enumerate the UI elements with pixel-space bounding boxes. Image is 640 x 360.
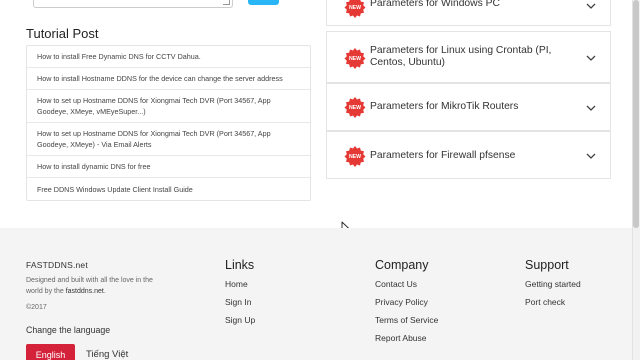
- accordion-label: Parameters for MikroTik Routers: [370, 101, 519, 112]
- new-badge-icon: NEW: [344, 146, 366, 167]
- chevron-down-icon: [586, 3, 596, 9]
- tutorial-link-label: How to install dynamic DNS for free: [37, 162, 151, 171]
- new-badge-icon: NEW: [344, 48, 366, 69]
- footer-link-terms-of-service[interactable]: Terms of Service: [375, 315, 438, 325]
- footer-link-sign-in[interactable]: Sign In: [225, 297, 251, 307]
- footer-brand: FASTDDNS.net: [26, 260, 88, 270]
- new-badge-text: NEW: [349, 154, 361, 160]
- footer: FASTDDNS.net Designed and built with all…: [0, 228, 640, 360]
- tutorial-link-label: How to set up Hostname DDNS for Xiongmai…: [37, 129, 271, 149]
- accordion-linux-crontab[interactable]: NEW Parameters for Linux using Crontab (…: [326, 31, 611, 83]
- new-badge-text: NEW: [349, 56, 361, 62]
- accordion-mikrotik[interactable]: NEW Parameters for MikroTik Routers: [326, 83, 611, 131]
- footer-description-end: .: [103, 288, 106, 295]
- new-badge-text: NEW: [349, 105, 361, 111]
- tutorial-link-label: How to install Free Dynamic DNS for CCTV…: [37, 52, 201, 61]
- tutorial-link[interactable]: How to set up Hostname DDNS for Xiongmai…: [27, 90, 310, 123]
- tutorial-post-heading: Tutorial Post: [26, 26, 99, 41]
- footer-link-report-abuse[interactable]: Report Abuse: [375, 333, 427, 343]
- language-vietnamese-button[interactable]: Tiếng Việt: [86, 349, 128, 360]
- tutorial-link[interactable]: How to install Hostname DDNS for the dev…: [27, 68, 310, 90]
- language-english-button[interactable]: English: [26, 344, 75, 360]
- new-badge-icon: NEW: [344, 97, 366, 118]
- footer-link-privacy-policy[interactable]: Privacy Policy: [375, 297, 428, 307]
- submit-button[interactable]: [248, 0, 279, 5]
- tutorial-link-label: Free DDNS Windows Update Client Install …: [37, 184, 193, 194]
- tutorial-list: How to install Free Dynamic DNS for CCTV…: [26, 45, 311, 201]
- accordion-pfsense[interactable]: NEW Parameters for Firewall pfsense: [326, 131, 611, 179]
- scrollbar-thumb[interactable]: [633, 0, 639, 228]
- message-textarea[interactable]: [33, 0, 233, 8]
- footer-link-sign-up[interactable]: Sign Up: [225, 315, 255, 325]
- new-badge-icon: NEW: [344, 0, 366, 18]
- change-language-label: Change the language: [26, 325, 111, 335]
- footer-site-link[interactable]: fastddns.net: [66, 288, 104, 295]
- footer-description: Designed and built with all the love in …: [26, 275, 161, 297]
- footer-links-heading: Links: [225, 258, 255, 272]
- chevron-down-icon: [586, 105, 596, 111]
- footer-link-port-check[interactable]: Port check: [525, 297, 565, 307]
- footer-link-contact-us[interactable]: Contact Us: [375, 279, 417, 289]
- new-badge-text: NEW: [349, 5, 361, 11]
- tutorial-link[interactable]: Free DDNS Windows Update Client Install …: [27, 178, 310, 200]
- footer-link-home[interactable]: Home: [225, 279, 248, 289]
- footer-company-heading: Company: [375, 258, 429, 272]
- footer-copyright: ©2017: [26, 304, 47, 311]
- accordion-label: Parameters for Windows PC: [370, 0, 500, 9]
- tutorial-link[interactable]: How to set up Hostname DDNS for Xiongmai…: [27, 123, 310, 156]
- page: Tutorial Post How to install Free Dynami…: [0, 0, 640, 360]
- tutorial-link-label: How to set up Hostname DDNS for Xiongmai…: [37, 96, 271, 116]
- footer-link-getting-started[interactable]: Getting started: [525, 279, 581, 289]
- tutorial-link[interactable]: How to install dynamic DNS for free: [27, 156, 310, 178]
- accordion-label: Parameters for Firewall pfsense: [370, 150, 516, 161]
- chevron-down-icon: [586, 153, 596, 159]
- tutorial-link[interactable]: How to install Free Dynamic DNS for CCTV…: [27, 46, 310, 68]
- accordion-label: Parameters for Linux using Crontab (PI, …: [370, 45, 552, 68]
- tutorial-link-label: How to install Hostname DDNS for the dev…: [37, 74, 283, 83]
- chevron-down-icon: [586, 55, 596, 61]
- accordion-windows-pc[interactable]: NEW Parameters for Windows PC: [326, 0, 611, 26]
- footer-support-heading: Support: [525, 258, 569, 272]
